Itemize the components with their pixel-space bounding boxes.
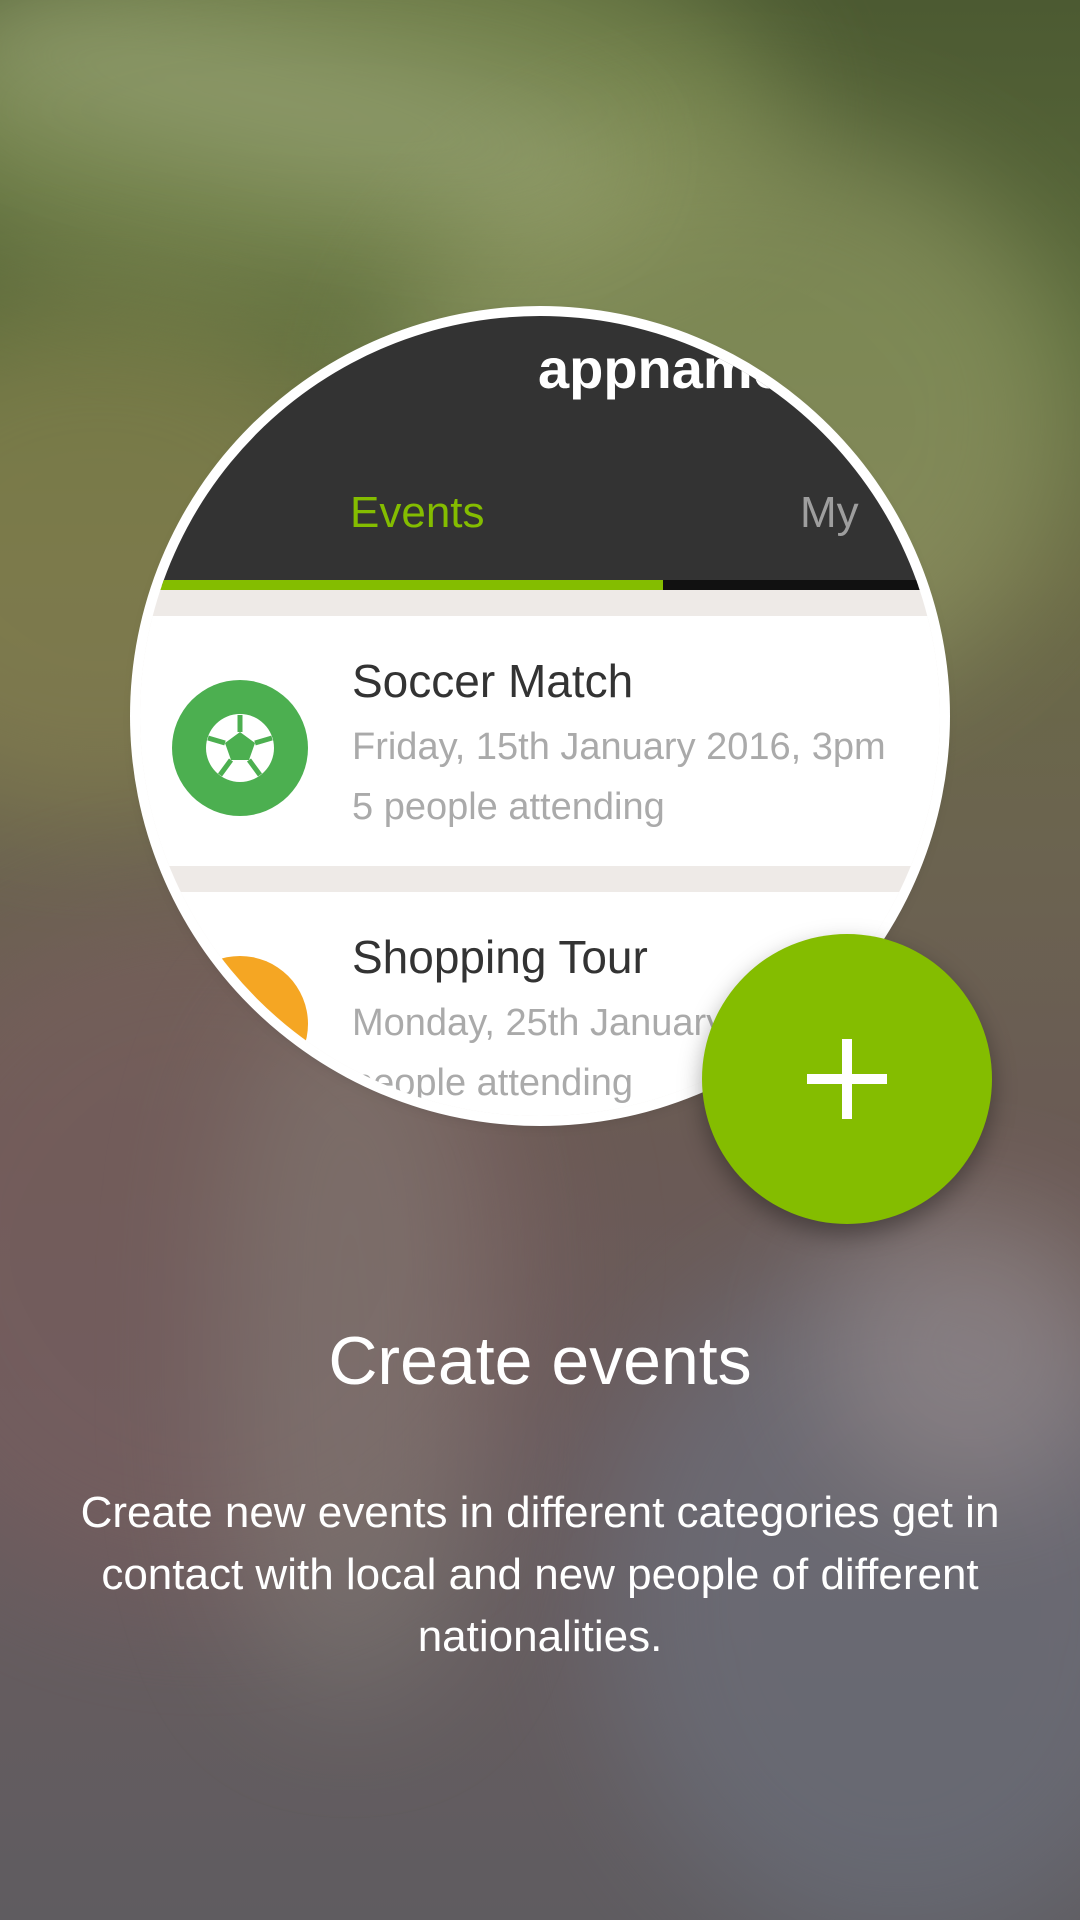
shopping-icon <box>172 956 308 1092</box>
event-title: Soccer Match <box>352 655 634 707</box>
app-bar: appname Events My <box>140 316 940 590</box>
event-date: Friday, 15th January 2016, 3pm <box>352 726 886 768</box>
onboarding-description: Create new events in different categorie… <box>80 1488 1000 1661</box>
app-title: appname <box>538 337 784 400</box>
soccer-ball-icon <box>172 680 308 816</box>
add-event-button[interactable] <box>702 934 992 1224</box>
onboarding-headline: Create events <box>328 1323 752 1399</box>
plus-icon <box>807 1039 887 1119</box>
event-card[interactable]: Soccer Match Friday, 15th January 2016, … <box>140 616 940 866</box>
tab-events[interactable]: Events <box>350 488 485 538</box>
event-attendance: people attending <box>352 1062 634 1104</box>
event-title: Shopping Tour <box>352 931 648 983</box>
tab-track <box>663 580 940 590</box>
event-attendance: 5 people attending <box>352 786 665 828</box>
tab-my[interactable]: My <box>800 488 859 538</box>
tab-indicator <box>140 580 663 590</box>
event-date: Monday, 25th January <box>352 1002 726 1044</box>
